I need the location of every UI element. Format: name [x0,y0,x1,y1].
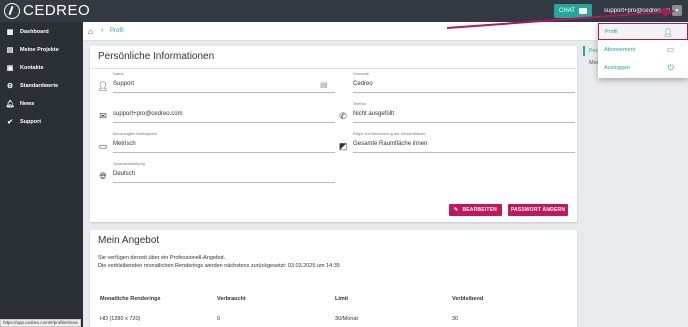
telefon-value: Nicht ausgefüllt [353,111,395,117]
vorname-value: Cedreo [353,81,373,87]
offer-line-1: Sie verfügen derzeit über ein Profession… [98,255,226,261]
chevron-down-icon[interactable]: ▾ [672,5,682,16]
masssystem-field[interactable]: ▭ Bevorzugtes Maßsystem Metrisch [98,131,335,155]
sidebar-item-projects[interactable]: ▤ Meine Projekte [0,41,83,59]
sidebar-item-label: Standardwerte [20,83,59,89]
regel-label: Regel zur Berechnung der Gesamtfläche [353,131,426,136]
sidebar-item-label: Meine Projekte [20,47,59,53]
logo[interactable]: CEDREO [4,2,90,19]
table-header: Verbleibend [452,296,484,302]
person-icon: 👤︎ [97,80,109,91]
masssystem-value: Metrisch [113,141,136,147]
table-cell: 30 [452,316,459,322]
globe-icon: 🌐︎ [99,170,107,181]
divider [90,68,577,69]
sprache-label: Spracheinstellung [113,161,145,166]
field-underline [353,152,575,153]
change-password-label: PASSWORT ÄNDERN [510,207,566,213]
edit-button[interactable]: ✎ BEARBEITEN [449,204,502,216]
sidebar-item-news[interactable]: 🔔︎ News [0,95,83,113]
change-password-button[interactable]: PASSWORT ÄNDERN [508,204,568,216]
field-underline [113,182,335,183]
name-label: Name [113,71,124,76]
card-icon: ▭ [666,45,674,54]
ruler-icon: ▭ [98,140,108,151]
email-field[interactable]: ✉ support+pro@cedreo.com [98,101,335,125]
masssystem-label: Bevorzugtes Maßsystem [113,131,158,136]
name-value: Support [113,81,135,87]
help-icon: ✔ [7,119,13,126]
email-value: support+pro@cedreo.com [113,111,183,117]
table-header: Limit [335,296,349,302]
field-underline [353,122,575,123]
profile-card: Persönliche Informationen 👤︎ Name Suppor… [90,46,577,222]
phone-icon: ✆ [339,110,347,121]
table-cell: HD (1280 x 720) [100,316,141,322]
sidebar-item-label: Support [20,119,42,125]
profile-card-title: Persönliche Informationen [98,51,215,62]
gear-icon: ⚙ [6,83,14,90]
pencil-icon: ✎ [454,207,459,213]
menu-item-label: Abonnement [604,46,636,53]
sidebar-item-label: Dashboard [20,29,49,35]
mail-icon: ✉ [99,110,107,121]
sidebar-item-dashboard[interactable]: ▦ Dashboard [0,23,83,41]
chat-icon [578,8,587,14]
sidebar: ▦ Dashboard ▤ Meine Projekte ▣ Kontakte … [0,22,83,327]
person-icon: 👤︎ [662,28,673,37]
vorname-field[interactable]: Vorname Cedreo [338,71,575,95]
user-menu: Profil 👤︎ Abonnement ▭ Ausloggen ⏻ [598,22,688,78]
sidebar-item-contacts[interactable]: ▣ Kontakte [0,59,83,77]
table-header: Verbraucht [217,296,246,302]
bell-icon: 🔔︎ [5,101,15,108]
sidebar-item-support[interactable]: ✔ Support [0,113,83,131]
menu-item-subscription[interactable]: Abonnement ▭ [598,41,688,58]
name-field[interactable]: 👤︎ Name Support ▤ [97,71,335,95]
sprache-field[interactable]: 🌐︎ Spracheinstellung Deutsch [98,161,335,185]
top-bar: CEDREO CHAT support+pro@cedreo.com ▾ [0,0,688,22]
dashboard-icon: ▦ [6,29,14,36]
contacts-icon: ▣ [6,65,14,72]
calendar-icon: ▤ [320,80,328,89]
offer-card: Mein Angebot Sie verfügen derzeit über e… [90,230,577,327]
menu-item-profile[interactable]: Profil 👤︎ [598,23,688,40]
vorname-label: Vorname [353,71,370,76]
telefon-label: Telefon [353,101,366,106]
projects-icon: ▤ [6,47,14,54]
offer-card-title: Mein Angebot [98,235,160,246]
status-url: https://app.cedreo.com/#/profile/show [0,319,81,327]
power-icon: ⏻ [667,63,674,72]
tab-offer[interactable]: Mei [589,60,598,66]
breadcrumb-current: Profil [110,28,124,34]
chat-label: CHAT [559,8,575,14]
home-icon[interactable]: ⌂ [88,27,93,36]
sidebar-item-label: Kontakte [20,65,44,71]
logo-text: CEDREO [23,2,91,19]
chevron-right-icon: › [101,27,104,34]
table-cell: 0 [217,316,221,322]
field-underline [113,152,335,153]
regel-value: Gesamte Raumfläche innen [353,141,428,147]
user-email[interactable]: support+pro@cedreo.com [604,8,670,14]
sprache-value: Deutsch [113,171,136,177]
sidebar-item-defaults[interactable]: ⚙ Standardwerte [0,77,83,95]
field-underline [113,122,335,123]
offer-line-2: Die verbleibenden monatlichen Renderings… [98,263,340,269]
area-icon: ◩ [338,140,348,151]
edit-button-label: BEARBEITEN [462,207,497,213]
menu-item-label: Ausloggen [604,64,630,71]
field-underline [113,92,335,93]
field-underline [353,92,575,93]
sidebar-item-label: News [20,101,35,107]
table-cell: 30/Monat [335,316,358,322]
telefon-field[interactable]: ✆ Telefon Nicht ausgefüllt [338,101,575,125]
table-header: Monatliche Renderings [100,296,161,302]
tab-indicator [583,46,585,56]
menu-item-label: Profil [605,28,618,35]
menu-item-logout[interactable]: Ausloggen ⏻ [598,59,688,76]
chat-button[interactable]: CHAT [554,4,592,18]
regel-field[interactable]: ◩ Regel zur Berechnung der Gesamtfläche … [338,131,575,155]
logo-icon [4,2,20,19]
